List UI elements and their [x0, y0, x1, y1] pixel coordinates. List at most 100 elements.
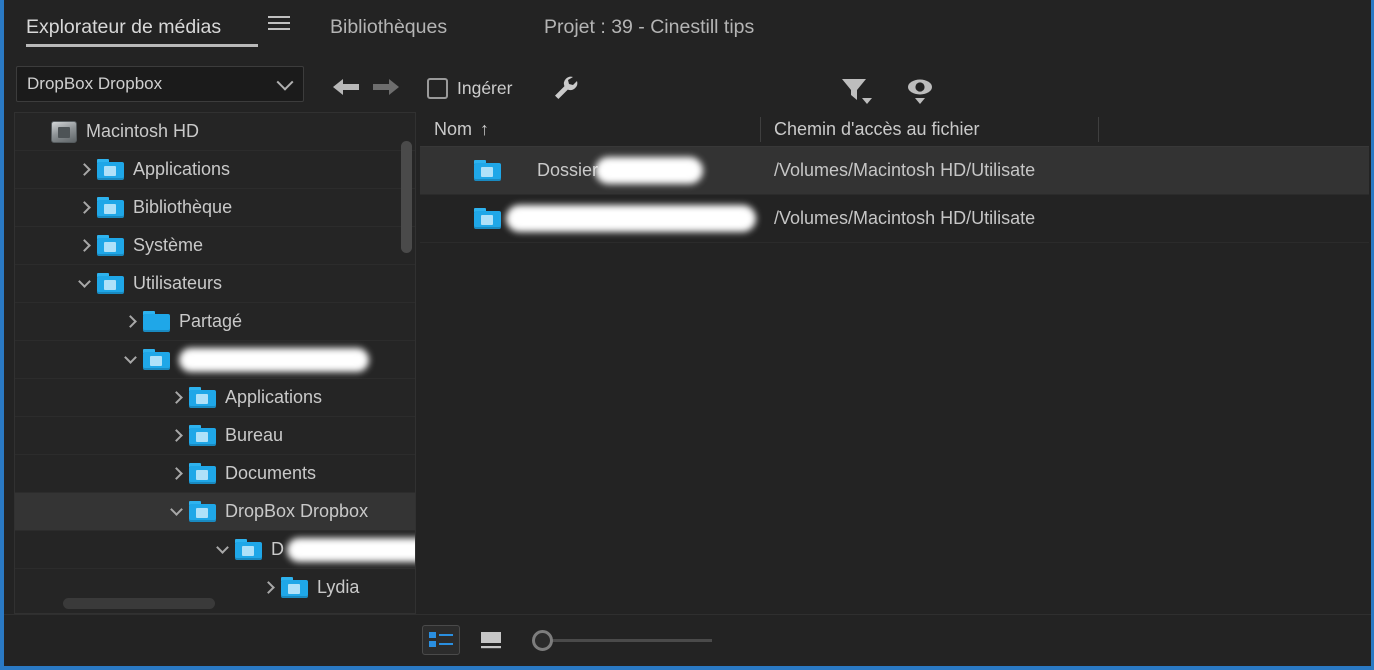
panel-tab-bar: Explorateur de médias Bibliothèques Proj…: [4, 0, 1371, 55]
folder-icon: [189, 387, 216, 408]
tree-vertical-scrollbar[interactable]: [401, 141, 412, 253]
folder-icon: [474, 160, 501, 181]
file-name-label: Dossier: [537, 160, 599, 180]
column-header[interactable]: Nom ↑: [420, 112, 760, 147]
tree-horizontal-scrollbar[interactable]: [63, 598, 215, 609]
chevron-right-icon[interactable]: [71, 151, 97, 189]
tree-item[interactable]: Applications: [15, 379, 415, 417]
chevron-right-icon[interactable]: [163, 417, 189, 455]
chevron-down-icon[interactable]: [163, 493, 189, 531]
folder-icon: [189, 463, 216, 484]
browser-toolbar: DropBox Dropbox Ingérer: [4, 55, 1371, 157]
column-header[interactable]: Chemin d'accès au fichier: [760, 112, 1098, 147]
source-dropdown-value: DropBox Dropbox: [27, 74, 163, 93]
file-list-row[interactable]: Dossier/Volumes/Macintosh HD/Utilisate: [420, 147, 1369, 195]
chevron-down-icon[interactable]: [117, 341, 143, 379]
chevron-down-icon: [276, 73, 294, 91]
forward-arrow-icon[interactable]: [369, 77, 403, 97]
tree-item[interactable]: Applications: [15, 151, 415, 189]
tab-libraries-label: Bibliothèques: [330, 15, 448, 38]
redaction-mark: [287, 538, 415, 562]
column-header-label: Nom: [434, 119, 473, 139]
tree-item-label: Utilisateurs: [133, 273, 223, 293]
column-divider[interactable]: [760, 117, 761, 142]
folder-icon: [143, 311, 170, 332]
file-path-label: /Volumes/Macintosh HD/Utilisate: [774, 208, 1036, 228]
tree-item[interactable]: [15, 341, 415, 379]
folder-icon: [97, 197, 124, 218]
filter-funnel-icon[interactable]: [836, 73, 876, 107]
file-path-label: /Volumes/Macintosh HD/Utilisate: [774, 160, 1036, 180]
tree-item-label: Macintosh HD: [86, 121, 200, 141]
folder-tree-panel: Macintosh HD Applications Bibliothèque Syst…: [14, 112, 416, 614]
tab-media-browser-label: Explorateur de médias: [26, 15, 222, 38]
folder-icon: [143, 349, 170, 370]
tree-item-label: Applications: [133, 159, 231, 179]
folder-icon: [97, 235, 124, 256]
tab-project-label: Projet : 39 - Cinestill tips: [544, 15, 755, 38]
tree-item[interactable]: Documents: [15, 455, 415, 493]
slider-handle[interactable]: [532, 630, 553, 651]
tree-item[interactable]: Système: [15, 227, 415, 265]
folder-icon: [189, 501, 216, 522]
chevron-down-icon[interactable]: [71, 265, 97, 303]
file-list-body[interactable]: Dossier/Volumes/Macintosh HD/Utilisate/V…: [420, 147, 1369, 243]
tree-item[interactable]: Utilisateurs: [15, 265, 415, 303]
thumbnail-size-slider[interactable]: [532, 630, 712, 651]
thumbnail-view-button[interactable]: [472, 625, 510, 655]
source-dropdown[interactable]: DropBox Dropbox: [16, 66, 304, 102]
redaction-mark: [506, 205, 756, 232]
file-list-row[interactable]: /Volumes/Macintosh HD/Utilisate: [420, 195, 1369, 243]
file-list-panel: Nom ↑ Chemin d'accès au fichier Dossier/Vo…: [420, 112, 1369, 614]
tab-libraries[interactable]: Bibliothèques: [330, 10, 447, 44]
tree-item[interactable]: Partagé: [15, 303, 415, 341]
active-tab-underline: [26, 44, 258, 47]
tree-item-label: Documents: [225, 463, 317, 483]
list-view-button[interactable]: [422, 625, 460, 655]
column-divider[interactable]: [1098, 117, 1099, 142]
tab-media-browser[interactable]: Explorateur de médias: [26, 10, 221, 44]
folder-icon: [97, 273, 124, 294]
folder-icon: [189, 425, 216, 446]
file-name-cell: [474, 208, 537, 229]
panel-menu-icon[interactable]: [268, 14, 290, 32]
folder-icon: [281, 577, 308, 598]
tree-item[interactable]: D: [15, 531, 415, 569]
folder-icon: [474, 208, 501, 229]
folder-tree-list[interactable]: Macintosh HD Applications Bibliothèque Syst…: [15, 113, 415, 599]
tree-item-label: Partagé: [179, 311, 243, 331]
tree-item[interactable]: DropBox Dropbox: [15, 493, 415, 531]
folder-icon: [97, 159, 124, 180]
file-list-header: Nom ↑ Chemin d'accès au fichier: [420, 112, 1369, 147]
chevron-right-icon[interactable]: [71, 227, 97, 265]
tree-item[interactable]: Lydia: [15, 569, 415, 599]
redaction-mark: [179, 348, 369, 372]
media-browser-panel: Explorateur de médias Bibliothèques Proj…: [0, 0, 1374, 670]
back-arrow-icon[interactable]: [329, 77, 363, 97]
tree-item[interactable]: Bureau: [15, 417, 415, 455]
ingest-checkbox[interactable]: Ingérer: [427, 75, 512, 101]
chevron-down-icon[interactable]: [209, 531, 235, 569]
settings-wrench-icon[interactable]: [552, 75, 582, 103]
browser-bottom-bar: [4, 614, 1371, 666]
chevron-right-icon[interactable]: [117, 303, 143, 341]
tree-item-label: Applications: [225, 387, 323, 407]
tree-item-label: Lydia: [317, 577, 360, 597]
folder-icon: [235, 539, 262, 560]
visibility-eye-icon[interactable]: [901, 73, 941, 107]
tree-item[interactable]: Macintosh HD: [15, 113, 415, 151]
chevron-right-icon[interactable]: [71, 189, 97, 227]
ingest-label: Ingérer: [457, 77, 513, 98]
tree-item-label: Système: [133, 235, 204, 255]
tree-item-label: D: [271, 539, 284, 559]
chevron-right-icon[interactable]: [163, 455, 189, 493]
chevron-right-icon[interactable]: [255, 569, 281, 599]
tab-project[interactable]: Projet : 39 - Cinestill tips: [544, 10, 754, 44]
tree-item-label: Bureau: [225, 425, 284, 445]
chevron-right-icon[interactable]: [163, 379, 189, 417]
tree-item[interactable]: Bibliothèque: [15, 189, 415, 227]
column-header[interactable]: [1098, 112, 1354, 147]
sort-ascending-icon: ↑: [480, 119, 490, 139]
ingest-checkbox-box: [427, 77, 448, 99]
